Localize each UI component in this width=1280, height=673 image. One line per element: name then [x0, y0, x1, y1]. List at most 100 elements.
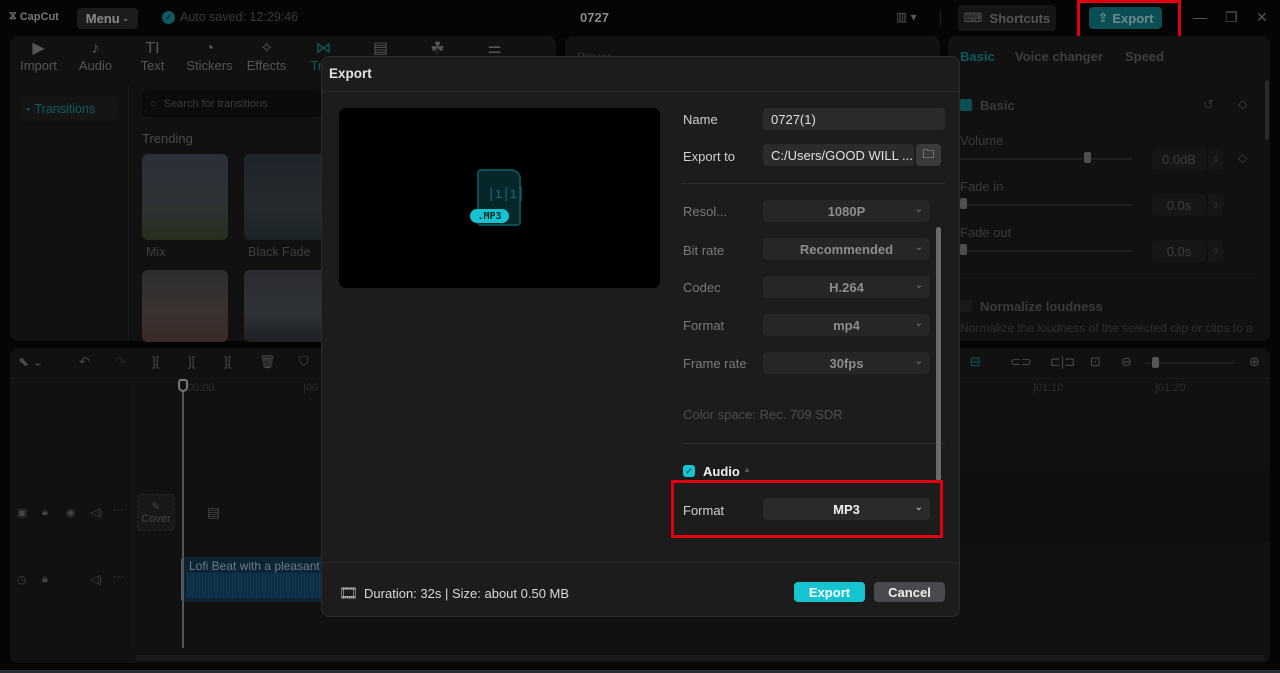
- minimize-icon[interactable]: —: [1193, 9, 1207, 25]
- preview-axis-icon[interactable]: ⊡: [1090, 354, 1101, 370]
- playhead-handle[interactable]: [178, 379, 188, 392]
- volume-slider[interactable]: [960, 158, 1132, 160]
- split-icon[interactable]: ][: [152, 354, 159, 369]
- name-input[interactable]: 0727(1): [763, 108, 945, 130]
- dialog-title: Export: [329, 66, 372, 81]
- align-icon[interactable]: ⊏|⊐: [1050, 354, 1075, 370]
- chevron-down-icon: ⌄: [914, 318, 923, 329]
- codec-label: Codec: [683, 280, 721, 295]
- keyframe-icon[interactable]: ◇: [1238, 97, 1247, 111]
- menu-button[interactable]: Menu ⌄: [77, 8, 138, 29]
- transition-thumbnail[interactable]: [142, 270, 228, 342]
- volume-label: Volume: [960, 133, 1004, 148]
- fade-in-label: Fade in: [960, 179, 1004, 194]
- fade-out-stepper[interactable]: ⇕: [1208, 240, 1223, 262]
- volume-value[interactable]: 0.0dB: [1152, 148, 1206, 170]
- fade-out-slider-handle[interactable]: [960, 244, 967, 255]
- chevron-down-icon: ⌄: [914, 242, 923, 253]
- export-path-input[interactable]: C:/Users/GOOD WILL ...: [763, 144, 914, 166]
- close-icon[interactable]: ✕: [1256, 9, 1268, 26]
- tool-effects[interactable]: ✧ Effects: [238, 36, 295, 80]
- film-icon: ▤: [207, 504, 221, 520]
- fade-in-slider[interactable]: [960, 204, 1132, 206]
- restore-icon[interactable]: ❐: [1225, 9, 1238, 26]
- cancel-button[interactable]: Cancel: [874, 582, 945, 602]
- fade-in-slider-handle[interactable]: [960, 198, 967, 209]
- divider: [128, 85, 129, 340]
- divider: [133, 380, 134, 650]
- redo-icon[interactable]: ↷: [115, 354, 126, 370]
- fade-in-stepper[interactable]: ⇕: [1208, 194, 1223, 216]
- keyframe-icon[interactable]: ◇: [1238, 151, 1247, 165]
- eye-icon[interactable]: ◉: [66, 506, 76, 519]
- framerate-select[interactable]: 30fps ⌄: [763, 352, 930, 374]
- sidebar-item-transitions[interactable]: ▸ Transitions: [22, 96, 118, 121]
- format-select[interactable]: mp4 ⌄: [763, 314, 930, 336]
- audio-section-label: Audio: [703, 464, 740, 479]
- snap-icon[interactable]: ⊟: [970, 354, 981, 370]
- codec-select[interactable]: H.264 ⌄: [763, 276, 930, 298]
- ruler-mark: |00: [303, 382, 319, 394]
- zoom-in-icon[interactable]: ⊕: [1249, 354, 1260, 370]
- shortcuts-button[interactable]: ⌨ Shortcuts: [958, 5, 1056, 31]
- tab-basic[interactable]: Basic: [960, 49, 995, 64]
- export-button[interactable]: Export: [794, 582, 865, 602]
- highlight-box: [671, 480, 943, 538]
- tool-import[interactable]: ▶ Import: [10, 36, 67, 80]
- export-dialog: Export |ı|ı| .MP3 Name 0727(1) Export to…: [321, 56, 960, 617]
- volume-stepper[interactable]: ⇕: [1208, 148, 1223, 170]
- select-cursor-icon[interactable]: ⬉ ⌄: [18, 354, 43, 370]
- transition-thumbnail[interactable]: [244, 270, 330, 342]
- timeline-scrollbar[interactable]: [135, 655, 1265, 661]
- search-input[interactable]: ○ Search for transitions: [142, 90, 322, 117]
- lock-icon[interactable]: 🔒︎: [42, 506, 48, 519]
- fade-out-value[interactable]: 0.0s: [1152, 240, 1206, 262]
- zoom-out-icon[interactable]: ⊖: [1121, 354, 1132, 370]
- lock-icon[interactable]: 🔒︎: [42, 573, 48, 586]
- tool-audio[interactable]: ♪ Audio: [67, 36, 124, 80]
- audio-clip[interactable]: Lofi Beat with a pleasant c: [181, 557, 329, 602]
- tool-stickers[interactable]: ◔ Stickers: [181, 36, 238, 80]
- more-icon[interactable]: ···: [113, 571, 124, 583]
- playhead[interactable]: [182, 382, 184, 648]
- split-right-icon[interactable]: ][: [224, 354, 231, 369]
- reset-icon[interactable]: ↺: [1203, 97, 1214, 113]
- resolution-label: Resol...: [683, 204, 728, 219]
- format-badge: .MP3: [470, 209, 509, 223]
- more-icon[interactable]: ···: [113, 504, 124, 516]
- split-left-icon[interactable]: ][: [188, 354, 195, 369]
- fade-in-value[interactable]: 0.0s: [1152, 194, 1206, 216]
- volume-slider-handle[interactable]: [1084, 152, 1091, 163]
- transition-thumbnail[interactable]: [244, 154, 330, 240]
- logo-text: CapCut: [19, 10, 59, 23]
- properties-scrollbar[interactable]: [1265, 80, 1269, 140]
- resolution-select[interactable]: 1080P ⌄: [763, 200, 930, 222]
- tab-speed[interactable]: Speed: [1125, 49, 1164, 64]
- audio-checkbox[interactable]: ✓: [683, 465, 695, 477]
- settings-scrollbar[interactable]: [936, 227, 941, 481]
- ruler-mark: 00:00: [187, 382, 215, 394]
- chevron-down-icon: ⌄: [914, 280, 923, 291]
- transition-thumbnail[interactable]: [142, 154, 228, 240]
- bitrate-select[interactable]: Recommended ⌄: [763, 238, 930, 260]
- caret-up-icon[interactable]: ▲: [743, 465, 751, 474]
- folder-icon[interactable]: 🗀: [916, 144, 941, 166]
- tab-voice-changer[interactable]: Voice changer: [1015, 49, 1103, 64]
- normalize-checkbox[interactable]: [960, 300, 972, 312]
- ai-shield-icon[interactable]: ⛉: [299, 354, 309, 370]
- framerate-label: Frame rate: [683, 356, 747, 371]
- zoom-slider-handle[interactable]: [1152, 357, 1159, 368]
- tool-text[interactable]: TI Text: [124, 36, 181, 80]
- link-icon[interactable]: ⊂⊃: [1010, 354, 1032, 370]
- speaker-icon[interactable]: ◁): [90, 506, 102, 519]
- edit-icon: ✎: [151, 501, 161, 513]
- divider: [681, 183, 945, 184]
- fade-out-slider[interactable]: [960, 250, 1132, 252]
- layout-icon[interactable]: ▥ ▾: [896, 10, 917, 24]
- speaker-icon[interactable]: ◁): [90, 573, 102, 586]
- basic-checkbox[interactable]: [960, 99, 972, 111]
- tool-label: Import: [20, 58, 57, 73]
- cover-button[interactable]: ✎ Cover: [137, 494, 175, 531]
- delete-icon[interactable]: 🗑: [259, 354, 276, 370]
- undo-icon[interactable]: ↶: [79, 354, 90, 370]
